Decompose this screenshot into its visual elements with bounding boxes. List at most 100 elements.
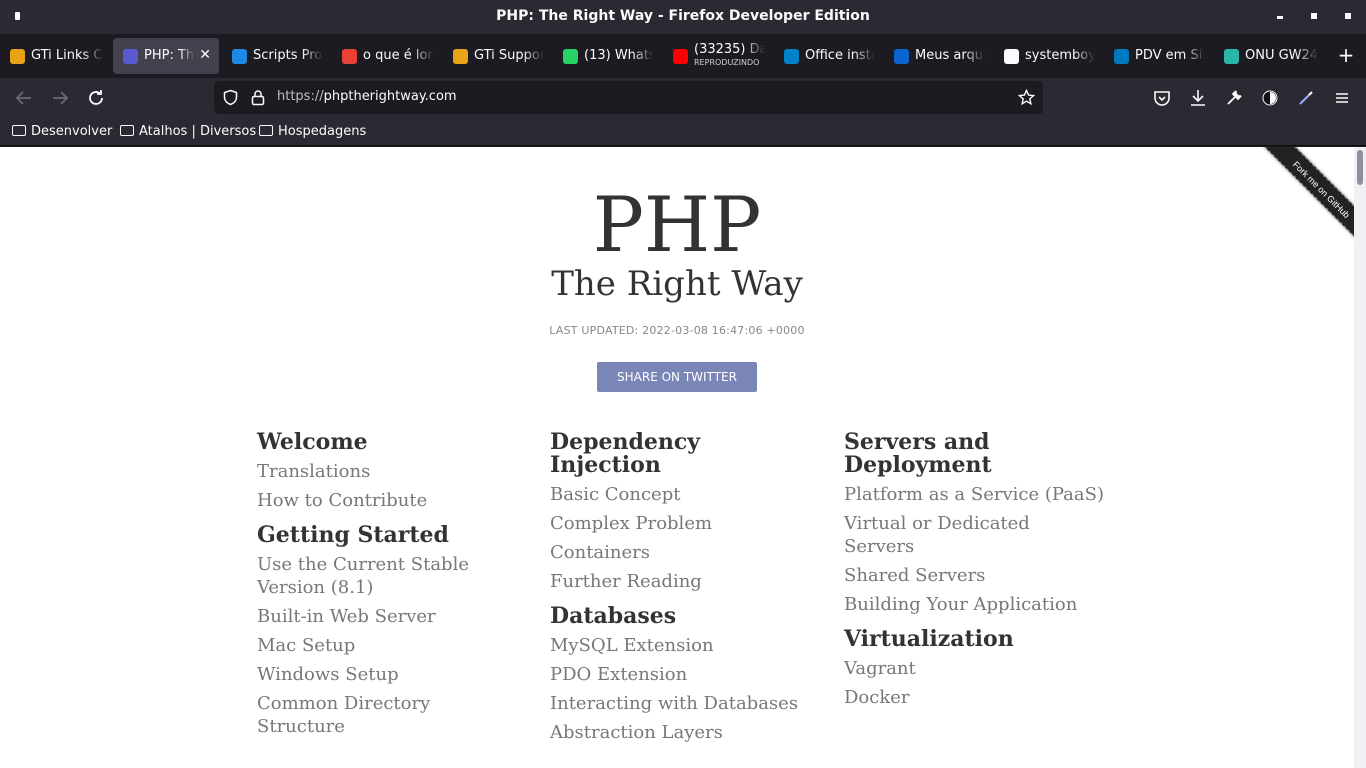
toc-link[interactable]: Building Your Application (844, 593, 1104, 616)
onedrive-icon (894, 49, 909, 64)
browser-tab[interactable]: (13) Whats (553, 38, 660, 74)
close-window-icon[interactable] (1342, 10, 1354, 22)
toc-section: Servers and Deployment Platform as a Serv… (844, 431, 1104, 616)
nextcloud-icon (784, 49, 799, 64)
toc-link[interactable]: Use the Current Stable Version (8.1) (257, 553, 517, 599)
bookmark-folder[interactable]: Atalhos | Diversos (120, 124, 256, 139)
browser-tab[interactable]: PDV em Sis (1104, 38, 1211, 74)
page-scrollbar[interactable] (1354, 147, 1366, 768)
toc-heading[interactable]: Dependency Injection (550, 431, 810, 477)
browser-tab[interactable]: ONU GW24 (1214, 38, 1324, 74)
toc-column: Dependency Injection Basic Concept Complex… (550, 431, 810, 756)
toc-heading[interactable]: Servers and Deployment (844, 431, 1104, 477)
maximize-icon[interactable] (1308, 10, 1320, 22)
page-subtitle: The Right Way (551, 264, 803, 304)
back-icon[interactable] (12, 86, 36, 110)
toc-link[interactable]: Common Directory Structure (257, 692, 517, 738)
browser-tab[interactable]: Meus arqui (884, 38, 991, 74)
browser-tab[interactable]: systemboy (994, 38, 1101, 74)
bookmarks-toolbar: Desenvolver Atalhos | Diversos Hospedage… (0, 118, 1366, 146)
toc-link[interactable]: How to Contribute (257, 489, 517, 512)
toc-heading[interactable]: Databases (550, 605, 810, 628)
toc-link[interactable]: PDO Extension (550, 663, 810, 686)
new-tab-icon[interactable]: + (1336, 45, 1356, 65)
reload-icon[interactable] (84, 86, 108, 110)
toc-link[interactable]: Basic Concept (550, 483, 810, 506)
tab-label: PHP: The (144, 48, 195, 63)
downloads-icon[interactable] (1186, 86, 1210, 110)
tab-label: ONU GW24 (1245, 48, 1318, 63)
globe-icon (1224, 49, 1239, 64)
cube-icon (232, 49, 247, 64)
trello-icon (1114, 49, 1129, 64)
browser-tab[interactable]: PHP: The ✕ (113, 38, 219, 74)
toc-link[interactable]: Mac Setup (257, 634, 517, 657)
tracking-protection-icon[interactable] (222, 89, 239, 110)
developer-tools-icon[interactable] (1222, 86, 1246, 110)
toc-section: Getting Started Use the Current Stable Ve… (257, 524, 517, 738)
tab-strip: GTi Links Co PHP: The ✕ Scripts Pron o que é… (0, 34, 1366, 78)
youtube-icon (673, 49, 688, 64)
extension-avatar-icon[interactable] (1258, 86, 1282, 110)
toc-link[interactable]: Shared Servers (844, 564, 1104, 587)
url-text: https://phptherightway.com (277, 89, 457, 104)
color-picker-icon[interactable] (1294, 86, 1318, 110)
tab-label: PDV em Sis (1135, 48, 1205, 63)
toc-link[interactable]: MySQL Extension (550, 634, 810, 657)
toc-link[interactable]: Complex Problem (550, 512, 810, 535)
tab-label: (13) Whats (584, 48, 654, 63)
tab-sublabel: REPRODUZINDO (694, 58, 760, 67)
close-tab-icon[interactable]: ✕ (199, 47, 211, 63)
toc-link[interactable]: Further Reading (550, 570, 810, 593)
menu-icon[interactable] (1330, 86, 1354, 110)
code-icon (123, 49, 138, 64)
navigation-toolbar: https://phptherightway.com (0, 78, 1366, 118)
window-title: PHP: The Right Way - Firefox Developer E… (496, 8, 870, 24)
toc-link[interactable]: Vagrant (844, 657, 1104, 680)
tab-label: GTi Support (474, 48, 544, 63)
lock-icon[interactable] (250, 89, 266, 110)
toc-link[interactable]: Docker (844, 686, 1104, 709)
bookmark-star-icon[interactable] (1017, 88, 1036, 110)
toc-heading[interactable]: Getting Started (257, 524, 517, 547)
forward-icon[interactable] (48, 86, 72, 110)
toc-heading[interactable]: Welcome (257, 431, 517, 454)
tab-label: o que é lore (363, 48, 434, 63)
browser-tab[interactable]: o que é lore (332, 38, 440, 74)
browser-tab[interactable]: Office insta (774, 38, 881, 74)
browser-tab[interactable]: Scripts Pron (222, 38, 329, 74)
tab-label: Meus arqui (915, 48, 985, 63)
bookmark-folder[interactable]: Hospedagens (259, 124, 366, 139)
browser-tab[interactable]: (33235) Da REPRODUZINDO (663, 38, 771, 74)
toc-section: Dependency Injection Basic Concept Complex… (550, 431, 810, 593)
url-bar[interactable]: https://phptherightway.com (214, 81, 1043, 114)
last-updated: LAST UPDATED: 2022-03-08 16:47:06 +0000 (549, 324, 805, 337)
folder-icon (12, 125, 26, 136)
gti-icon (453, 49, 468, 64)
scrollbar-thumb[interactable] (1357, 150, 1363, 185)
toc-column: Servers and Deployment Platform as a Serv… (844, 431, 1104, 721)
web-page: Fork me on GitHub PHP The Right Way LAST… (0, 147, 1354, 768)
toc-link[interactable]: Translations (257, 460, 517, 483)
minimize-icon[interactable] (1274, 10, 1286, 22)
toc-link[interactable]: Built-in Web Server (257, 605, 517, 628)
window-titlebar: PHP: The Right Way - Firefox Developer E… (0, 0, 1366, 34)
toc-link[interactable]: Abstraction Layers (550, 721, 810, 744)
toc-link[interactable]: Containers (550, 541, 810, 564)
pocket-icon[interactable] (1150, 86, 1174, 110)
tab-label: Office insta (805, 48, 875, 63)
tab-label: (33235) Da (694, 42, 765, 57)
tab-label: Scripts Pron (253, 48, 323, 63)
browser-tab[interactable]: GTi Support (443, 38, 550, 74)
browser-tab[interactable]: GTi Links Co (0, 38, 110, 74)
toc-link[interactable]: Windows Setup (257, 663, 517, 686)
share-on-twitter-button[interactable]: SHARE ON TWITTER (597, 362, 757, 392)
tab-label: systemboy (1025, 48, 1095, 63)
bookmark-folder[interactable]: Desenvolver (12, 124, 112, 139)
tab-label: GTi Links Co (31, 48, 104, 63)
toc-link[interactable]: Virtual or Dedicated Servers (844, 512, 1104, 558)
toc-link[interactable]: Platform as a Service (PaaS) (844, 483, 1104, 506)
toc-link[interactable]: Interacting with Databases (550, 692, 810, 715)
toc-section: Welcome Translations How to Contribute (257, 431, 517, 512)
toc-heading[interactable]: Virtualization (844, 628, 1104, 651)
